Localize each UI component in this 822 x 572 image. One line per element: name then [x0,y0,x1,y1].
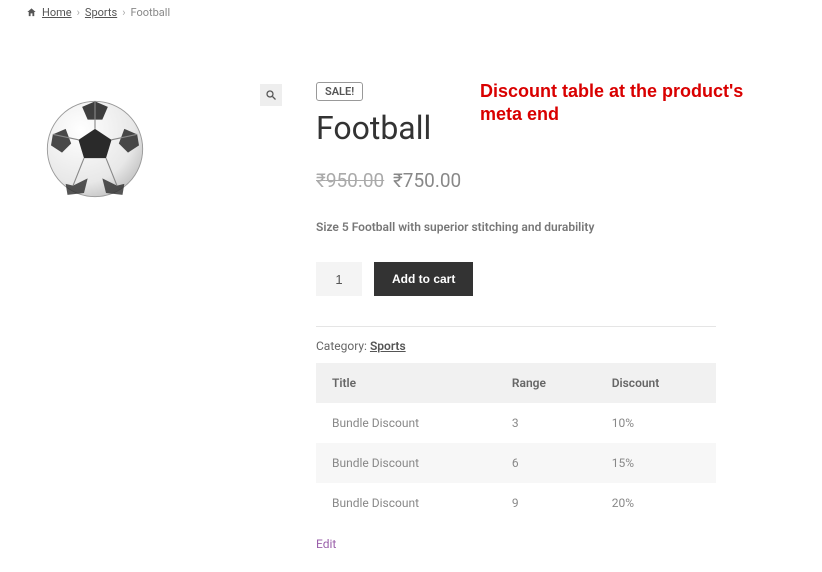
home-icon [26,7,37,18]
th-range: Range [496,363,596,403]
category-label: Category: [316,339,370,353]
th-discount: Discount [596,363,716,403]
category-link[interactable]: Sports [370,339,406,353]
table-row: Bundle Discount 9 20% [316,483,716,523]
table-row: Bundle Discount 3 10% [316,403,716,443]
product-meta: Category: Sports [316,326,716,353]
breadcrumb-category[interactable]: Sports [85,6,117,19]
price: ₹950.00 ₹750.00 [316,169,716,192]
breadcrumb-current: Football [131,6,171,19]
zoom-icon[interactable] [260,84,282,106]
quantity-input[interactable] [316,262,362,296]
breadcrumb: Home › Sports › Football [0,0,822,25]
breadcrumb-home[interactable]: Home [42,6,72,19]
th-title: Title [316,363,496,403]
table-row: Bundle Discount 6 15% [316,443,716,483]
edit-link[interactable]: Edit [316,537,336,551]
discount-table: Title Range Discount Bundle Discount 3 1… [316,363,716,523]
breadcrumb-sep: › [77,6,80,19]
annotation-text: Discount table at the product's meta end [480,80,790,125]
add-to-cart-button[interactable]: Add to cart [374,262,473,296]
sale-badge: SALE! [316,82,363,101]
short-description: Size 5 Football with superior stitching … [316,220,716,234]
breadcrumb-sep: › [122,6,125,19]
product-image[interactable] [40,94,150,204]
